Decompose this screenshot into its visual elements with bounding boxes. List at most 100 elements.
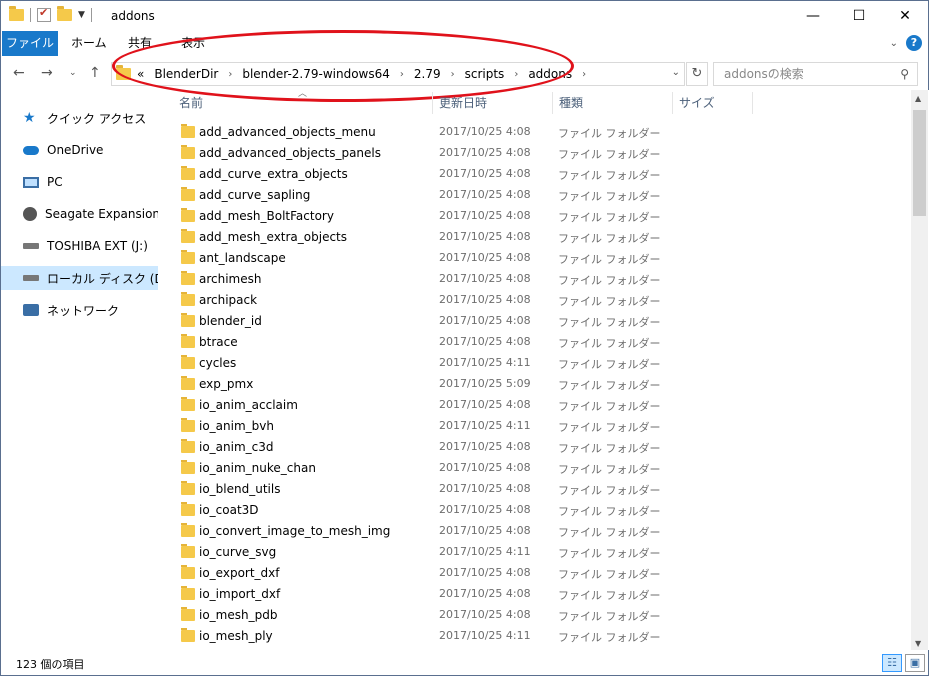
customize-toolbar-dropdown-icon[interactable]: ▼ bbox=[78, 10, 85, 20]
file-type: ファイル フォルダー bbox=[558, 631, 661, 644]
breadcrumb-separator-icon[interactable]: › bbox=[400, 69, 404, 80]
breadcrumb-separator-icon[interactable]: › bbox=[514, 69, 518, 80]
file-row[interactable]: io_anim_nuke_chan 2017/10/25 4:08 ファイル フォル… bbox=[172, 458, 907, 479]
file-row[interactable]: io_blend_utils 2017/10/25 4:08 ファイル フォルダー bbox=[172, 479, 907, 500]
folder-icon[interactable] bbox=[9, 6, 24, 21]
address-history-dropdown-icon[interactable]: ⌄ bbox=[672, 67, 680, 78]
folder-icon bbox=[181, 292, 195, 306]
file-row[interactable]: io_coat3D 2017/10/25 4:08 ファイル フォルダー bbox=[172, 500, 907, 521]
details-view-icon[interactable]: ☷ bbox=[882, 654, 902, 672]
column-header-date[interactable]: 更新日時 bbox=[439, 90, 549, 116]
sidebar-item-toshiba[interactable]: TOSHIBA EXT (J:) bbox=[1, 234, 158, 258]
file-row[interactable]: archimesh 2017/10/25 4:08 ファイル フォルダー bbox=[172, 269, 907, 290]
breadcrumb-279[interactable]: 2.79 bbox=[414, 67, 441, 81]
up-arrow-icon[interactable]: ↑ bbox=[89, 65, 101, 81]
maximize-button[interactable]: ☐ bbox=[836, 1, 882, 31]
breadcrumb-separator-icon[interactable]: › bbox=[451, 69, 455, 80]
sidebar-item-seagate[interactable]: Seagate Expansion Dr bbox=[1, 202, 158, 226]
breadcrumb-separator-icon[interactable]: › bbox=[582, 69, 586, 80]
file-row[interactable]: blender_id 2017/10/25 4:08 ファイル フォルダー bbox=[172, 311, 907, 332]
large-icons-view-icon[interactable]: ▣ bbox=[905, 654, 925, 672]
file-row[interactable]: add_mesh_extra_objects 2017/10/25 4:08 ファイ… bbox=[172, 227, 907, 248]
file-date: 2017/10/25 4:11 bbox=[439, 356, 531, 369]
file-row[interactable]: cycles 2017/10/25 4:11 ファイル フォルダー bbox=[172, 353, 907, 374]
tab-view[interactable]: 表示 bbox=[169, 31, 217, 56]
file-type: ファイル フォルダー bbox=[558, 610, 661, 623]
file-type: ファイル フォルダー bbox=[558, 169, 661, 182]
file-row[interactable]: ant_landscape 2017/10/25 4:08 ファイル フォルダー bbox=[172, 248, 907, 269]
file-date: 2017/10/25 4:08 bbox=[439, 398, 531, 411]
breadcrumb-addons[interactable]: addons bbox=[528, 67, 572, 81]
file-name: io_export_dxf bbox=[199, 566, 280, 580]
file-row[interactable]: add_curve_sapling 2017/10/25 4:08 ファイル フォル… bbox=[172, 185, 907, 206]
recent-locations-chevron-icon[interactable]: ⌄ bbox=[69, 68, 77, 78]
network-icon bbox=[23, 304, 39, 316]
breadcrumb-blenderdir[interactable]: BlenderDir bbox=[154, 67, 218, 81]
file-name: io_mesh_ply bbox=[199, 629, 273, 643]
toolbar-divider bbox=[30, 8, 31, 22]
file-row[interactable]: btrace 2017/10/25 4:08 ファイル フォルダー bbox=[172, 332, 907, 353]
expand-ribbon-chevron-icon[interactable]: ⌄ bbox=[890, 38, 898, 49]
file-row[interactable]: archipack 2017/10/25 4:08 ファイル フォルダー bbox=[172, 290, 907, 311]
breadcrumb-blender-version[interactable]: blender-2.79-windows64 bbox=[242, 67, 390, 81]
file-type: ファイル フォルダー bbox=[558, 547, 661, 560]
title-bar: ▼ addons — ☐ ✕ bbox=[0, 0, 929, 31]
file-row[interactable]: io_anim_acclaim 2017/10/25 4:08 ファイル フォルダー bbox=[172, 395, 907, 416]
scroll-down-arrow-icon[interactable]: ▼ bbox=[915, 639, 921, 648]
scroll-up-arrow-icon[interactable]: ▲ bbox=[915, 94, 921, 103]
file-row[interactable]: io_mesh_pdb 2017/10/25 4:08 ファイル フォルダー bbox=[172, 605, 907, 626]
file-row[interactable]: io_import_dxf 2017/10/25 4:08 ファイル フォルダー bbox=[172, 584, 907, 605]
minimize-button[interactable]: — bbox=[790, 1, 836, 31]
column-header-size[interactable]: サイズ bbox=[679, 90, 749, 116]
help-icon[interactable]: ? bbox=[906, 35, 922, 51]
breadcrumb-separator-icon[interactable]: › bbox=[228, 69, 232, 80]
tab-file[interactable]: ファイル bbox=[2, 31, 58, 56]
close-button[interactable]: ✕ bbox=[882, 1, 928, 31]
new-folder-icon[interactable] bbox=[57, 6, 72, 21]
file-row[interactable]: io_curve_svg 2017/10/25 4:11 ファイル フォルダー bbox=[172, 542, 907, 563]
folder-icon bbox=[181, 145, 195, 159]
file-date: 2017/10/25 4:08 bbox=[439, 293, 531, 306]
file-row[interactable]: exp_pmx 2017/10/25 5:09 ファイル フォルダー bbox=[172, 374, 907, 395]
file-row[interactable]: io_anim_bvh 2017/10/25 4:11 ファイル フォルダー bbox=[172, 416, 907, 437]
scrollbar-thumb[interactable] bbox=[913, 110, 926, 216]
sidebar-item-network[interactable]: ネットワーク bbox=[1, 298, 158, 322]
file-row[interactable]: io_convert_image_to_mesh_img 2017/10/25 4… bbox=[172, 521, 907, 542]
sidebar-item-onedrive[interactable]: OneDrive bbox=[1, 138, 158, 162]
back-arrow-icon[interactable]: ← bbox=[13, 65, 25, 81]
file-row[interactable]: add_advanced_objects_panels 2017/10/25 4:… bbox=[172, 143, 907, 164]
file-row[interactable]: io_export_dxf 2017/10/25 4:08 ファイル フォルダー bbox=[172, 563, 907, 584]
refresh-button[interactable]: ↻ bbox=[686, 62, 708, 86]
file-name: cycles bbox=[199, 356, 237, 370]
window-title: addons bbox=[111, 9, 155, 23]
file-name: io_anim_acclaim bbox=[199, 398, 298, 412]
address-bar[interactable]: « BlenderDir › blender-2.79-windows64 › … bbox=[111, 62, 685, 86]
folder-icon bbox=[181, 229, 195, 243]
tab-home[interactable]: ホーム bbox=[59, 31, 119, 56]
file-row[interactable]: add_curve_extra_objects 2017/10/25 4:08 ファ… bbox=[172, 164, 907, 185]
tab-share[interactable]: 共有 bbox=[116, 31, 164, 56]
sidebar-item-local-disk[interactable]: ローカル ディスク (D:) bbox=[1, 266, 158, 290]
sidebar-item-quick-access[interactable]: ★ クイック アクセス bbox=[1, 106, 158, 130]
breadcrumb-overflow[interactable]: « bbox=[137, 67, 144, 81]
properties-icon[interactable] bbox=[37, 6, 51, 22]
column-header-name[interactable]: 名前 bbox=[179, 90, 429, 116]
sidebar-item-label: TOSHIBA EXT (J:) bbox=[47, 239, 148, 253]
file-row[interactable]: io_anim_c3d 2017/10/25 4:08 ファイル フォルダー bbox=[172, 437, 907, 458]
search-placeholder: addonsの検索 bbox=[724, 67, 804, 81]
file-row[interactable]: add_mesh_BoltFactory 2017/10/25 4:08 ファイル … bbox=[172, 206, 907, 227]
file-row[interactable]: add_advanced_objects_menu 2017/10/25 4:08… bbox=[172, 122, 907, 143]
sidebar-item-pc[interactable]: PC bbox=[1, 170, 158, 194]
search-input[interactable]: addonsの検索 ⚲ bbox=[713, 62, 918, 86]
column-divider[interactable] bbox=[432, 92, 433, 114]
forward-arrow-icon[interactable]: → bbox=[41, 65, 53, 81]
column-divider[interactable] bbox=[672, 92, 673, 114]
column-header-type[interactable]: 種類 bbox=[559, 90, 669, 116]
folder-icon bbox=[181, 166, 195, 180]
file-row[interactable]: io_mesh_ply 2017/10/25 4:11 ファイル フォルダー bbox=[172, 626, 907, 647]
navigation-pane: ★ クイック アクセス OneDrive PC Seagate Expansio… bbox=[0, 90, 160, 650]
column-divider[interactable] bbox=[752, 92, 753, 114]
column-divider[interactable] bbox=[552, 92, 553, 114]
breadcrumb-scripts[interactable]: scripts bbox=[465, 67, 505, 81]
vertical-scrollbar[interactable]: ▲ ▼ bbox=[911, 90, 928, 650]
